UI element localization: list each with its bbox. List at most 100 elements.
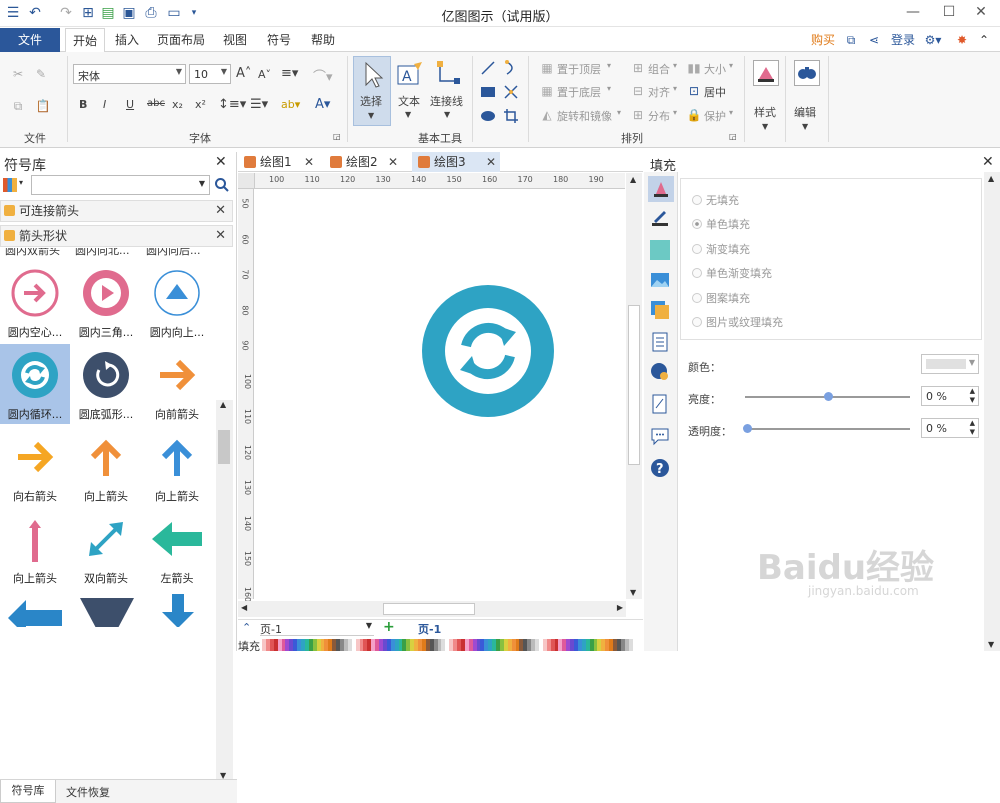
library-shape[interactable]: 向上箭头 [0,508,70,588]
ellipse-tool-icon[interactable] [480,108,496,124]
bold-icon[interactable]: B [79,98,87,111]
rotate-mirror-button[interactable]: 旋转和镜像 [557,108,612,124]
color-picker[interactable]: ▼ [921,354,979,374]
text-tool-label[interactable]: 文本 [398,93,420,109]
italic-icon[interactable]: I [103,98,106,111]
tab-view[interactable]: 视图 [217,28,253,52]
fill-panel-scrollbar[interactable]: ▲ ▼ [984,172,1000,651]
login-link[interactable]: 登录 [888,28,918,52]
connector-dropdown[interactable]: ▼ [444,110,450,119]
doc-tab-1[interactable]: 绘图1 ✕ [238,152,318,172]
share-icon[interactable]: ⋖ [866,28,882,52]
doc-tab-2[interactable]: 绘图2 ✕ [324,152,402,172]
close-tab-icon[interactable]: ✕ [486,152,496,172]
tab-page-layout[interactable]: 页面布局 [152,28,210,52]
tab-symbol-library[interactable]: 符号库 [0,780,56,803]
tab-file-recovery[interactable]: 文件恢复 [66,784,110,800]
library-shape[interactable]: 向上箭头 [142,426,212,506]
image-tab-icon[interactable] [650,270,670,290]
transparency-input[interactable]: 0 % ▲ ▼ [921,418,979,438]
search-icon[interactable] [214,177,230,193]
brightness-slider-knob[interactable] [823,392,833,401]
tab-insert[interactable]: 插入 [108,28,146,52]
fill-option-radio[interactable]: 图案填充 [692,290,750,306]
select-button[interactable]: 选择 ▼ [353,56,391,126]
layer-tab-icon[interactable] [650,300,670,320]
fill-option-radio[interactable]: 无填充 [692,192,739,208]
library-menu-icon[interactable] [3,178,17,192]
library-category-1[interactable]: 箭头形状 ✕ [0,225,233,247]
line-tab-icon[interactable] [650,208,670,228]
send-back-button[interactable]: 置于底层 [557,84,601,100]
apps-icon[interactable]: ✸ [954,28,970,52]
arrow-down-icon[interactable] [158,594,198,627]
group-button[interactable]: 组合 [648,61,670,77]
paragraph-spacing-icon[interactable]: ↕≡▾ [218,97,246,112]
close-fill-panel-icon[interactable]: ✕ [982,154,994,170]
fill-option-radio[interactable]: 渐变填充 [692,241,750,257]
hyperlink-tab-icon[interactable] [650,362,670,382]
library-category-0[interactable]: 可连接箭头 ✕ [0,200,233,222]
library-shape[interactable]: 向上箭头 [71,426,141,506]
tab-symbol[interactable]: 符号 [260,28,298,52]
library-shape[interactable]: 向右箭头 [0,426,70,506]
library-search-input[interactable]: ▼ [31,175,210,195]
library-scrollbar[interactable]: ▲ ▼ [216,400,233,780]
drawing-canvas[interactable] [255,189,625,599]
center-button[interactable]: 居中 [704,84,726,100]
library-shape[interactable]: 圆内空心... [0,262,70,342]
bring-front-button[interactable]: 置于顶层 [557,61,601,77]
highlight-icon[interactable]: ab▾ [281,98,300,111]
page-tab[interactable]: 页-1 [418,621,441,637]
shrink-font-icon[interactable]: A˅ [258,68,271,81]
strikethrough-icon[interactable]: abc [147,98,165,109]
connector-icon[interactable] [434,58,464,88]
library-shape[interactable]: 圆内三角... [71,262,141,342]
transparency-slider-track[interactable] [745,428,910,430]
style-button[interactable]: 样式 [754,104,776,120]
tab-file[interactable]: 文件 [0,28,60,52]
library-shape[interactable]: 圆内循环... [0,344,70,424]
text-tool-dropdown[interactable]: ▼ [405,110,411,119]
help-tab-icon[interactable]: ? [650,458,670,478]
share-screen-icon[interactable]: ⧉ [843,28,859,52]
distribute-button[interactable]: 分布 [648,108,670,124]
fill-option-radio[interactable]: 单色填充 [692,216,750,232]
protect-button[interactable]: 保护 [704,108,726,124]
canvas-horizontal-scrollbar[interactable]: ◀ ▶ [238,601,626,617]
cut-icon[interactable]: ✂ [10,66,26,82]
fill-option-radio[interactable]: 单色渐变填充 [692,265,772,281]
format-painter-icon[interactable]: ✎ [33,66,49,82]
brightness-input[interactable]: 0 % ▲ ▼ [921,386,979,406]
close-tab-icon[interactable]: ✕ [304,152,314,172]
document-tab-icon[interactable] [650,332,670,352]
subscript-icon[interactable]: x₂ [172,98,183,111]
bullet-list-icon[interactable]: ☰▾ [250,97,268,112]
arrow-left-block-icon[interactable] [8,600,62,627]
canvas-vertical-scrollbar[interactable]: ▲ ▼ [626,173,642,599]
size-button[interactable]: 大小 [704,61,726,77]
close-library-icon[interactable]: ✕ [215,154,227,170]
note-tab-icon[interactable] [650,394,670,414]
circle-refresh-shape[interactable] [418,284,558,418]
font-color-icon[interactable]: A▾ [315,97,330,112]
close-window-icon[interactable]: ✕ [966,2,996,22]
page-select[interactable]: 页-1 ▼ [260,621,374,636]
connector-label[interactable]: 连接线 [430,93,463,109]
library-shape[interactable]: 圆内向上... [142,262,212,342]
copy-icon[interactable]: ⧉ [10,98,26,114]
doc-tab-3[interactable]: 绘图3 ✕ [412,152,500,172]
library-shape[interactable]: 向前箭头 [142,344,212,424]
grow-font-icon[interactable]: A˄ [236,66,251,81]
text-tool-icon[interactable]: A [396,60,424,88]
library-shape[interactable]: 圆底弧形... [71,344,141,424]
close-category-icon[interactable]: ✕ [215,226,226,246]
point-tool-icon[interactable] [503,84,519,100]
maximize-icon[interactable]: ☐ [934,2,964,22]
tab-help[interactable]: 帮助 [304,28,342,52]
edit-button[interactable]: 编辑 [794,104,816,120]
buy-link[interactable]: 购买 [806,28,840,52]
rectangle-tool-icon[interactable] [480,84,496,100]
paste-icon[interactable]: 📋 [35,98,51,114]
tab-home[interactable]: 开始 [65,28,105,53]
